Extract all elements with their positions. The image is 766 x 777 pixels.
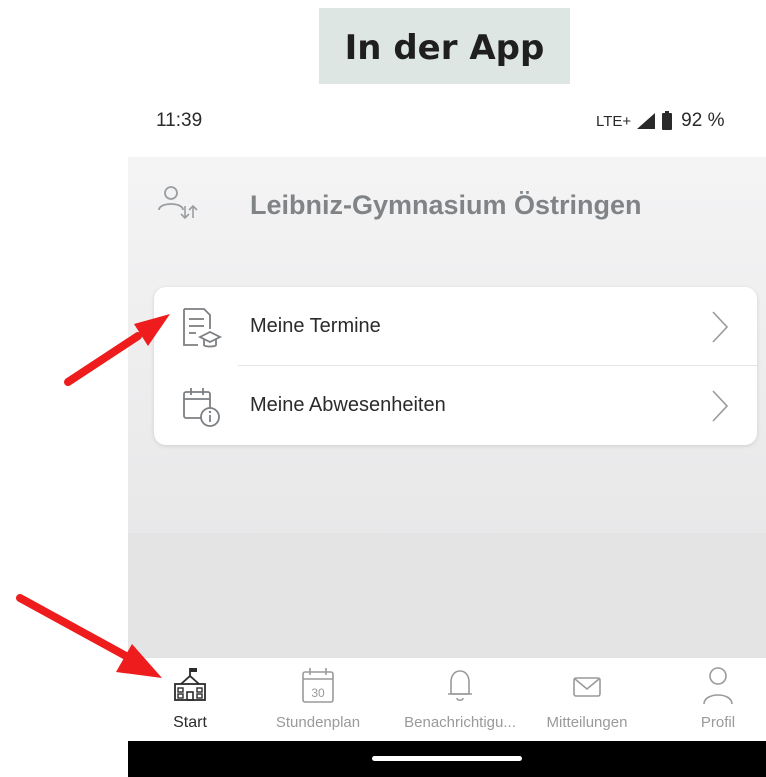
school-icon [174,668,206,701]
menu-item-meine-termine[interactable]: Meine Termine [154,287,757,366]
bell-icon [448,670,472,702]
network-type: LTE+ [596,112,632,130]
nav-item-stundenplan[interactable]: 30 Stundenplan [268,658,368,742]
nav-label: Mitteilungen [546,714,628,731]
title-banner: In der App [319,8,570,84]
nav-label: Stundenplan [275,714,361,731]
status-time: 11:39 [156,110,203,131]
chevron-right-icon [712,311,729,343]
nav-item-profil[interactable]: Profil [684,658,752,742]
envelope-icon [573,677,601,697]
bottom-navigation: Start 30 Stundenplan Benachrichtigu... M… [128,657,766,742]
signal-icon [637,113,656,129]
banner-title: In der App [344,28,545,68]
battery-percent: 92 % [681,110,725,131]
calendar-date: 30 [311,686,325,700]
annotation-arrow-icon [16,594,162,678]
absences-icon [183,388,220,427]
nav-label: Benachrichtigu... [404,714,516,731]
status-indicators: LTE+ 92 % [596,110,724,132]
menu-item-label: Meine Termine [250,315,381,337]
menu-item-meine-abwesenheiten[interactable]: Meine Abwesenheiten [154,366,757,445]
nav-label: Start [173,714,207,731]
home-gesture-bar[interactable] [372,756,522,761]
school-name: Leibniz-Gymnasium Östringen [250,190,642,220]
appointments-icon [183,308,222,348]
calendar-icon: 30 [302,668,334,703]
chevron-right-icon [712,390,729,422]
nav-label: Profil [700,714,736,731]
annotation-arrow-icon [64,314,170,386]
app-lower-area [128,533,766,657]
nav-item-mitteilungen[interactable]: Mitteilungen [532,658,642,742]
system-nav-bar [128,741,766,777]
switch-account-icon[interactable] [155,184,199,224]
nav-item-benachrichtigungen[interactable]: Benachrichtigu... [390,658,530,742]
menu-item-label: Meine Abwesenheiten [250,394,446,416]
menu-card: Meine Termine Meine Abwesenheiten [154,287,757,445]
profile-icon [703,667,733,705]
battery-icon [662,111,673,130]
